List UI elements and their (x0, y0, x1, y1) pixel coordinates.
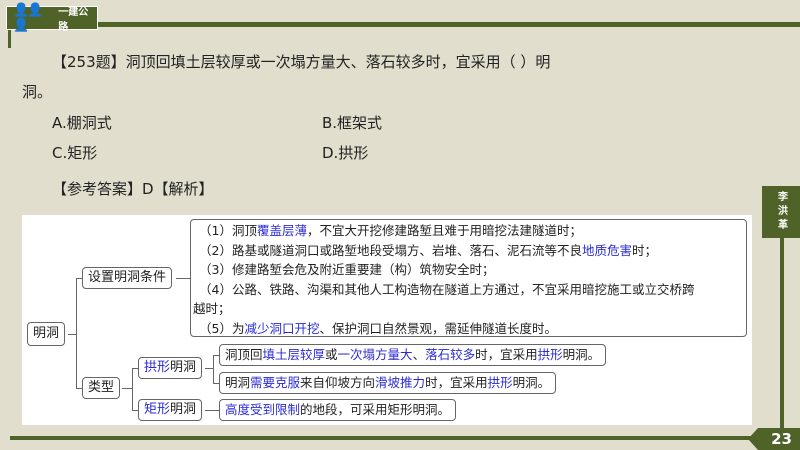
text-span: 明洞。 (512, 375, 551, 390)
text-span: 来自仰坡方向 (300, 375, 376, 390)
option-c: C.矩形 (52, 144, 98, 162)
text-span: 时，宜采用 (425, 375, 488, 390)
text-span: ，不宜大开挖修建路堑且难于用暗挖法建隧道时； (306, 223, 582, 238)
text-span: 时； (631, 242, 657, 258)
text-span: 或 (325, 347, 338, 362)
text-span: 落石较多 (425, 347, 476, 362)
connector-line (132, 368, 133, 410)
top-rule (98, 22, 800, 27)
brand-title: 一建公路 (58, 7, 89, 33)
text-span: 减少洞口开挖 (244, 320, 320, 336)
text-span: 拱形 (537, 347, 563, 362)
text-span: 矩形 (144, 402, 171, 417)
connector-line (122, 388, 132, 389)
connector-line (76, 278, 77, 388)
text-span: 、保护洞口自然景观，需延伸隧道长度时。 (319, 320, 557, 336)
text-span: 明洞 (225, 375, 251, 390)
text-span: 地质危害 (581, 242, 632, 258)
condition-item: （4）公路、铁路、沟渠和其他人工构造物在隧道上方通过，不宜采用暗挖施工或立交桥跨 (199, 281, 695, 297)
types-node: 类型 (82, 377, 121, 399)
option-b: B.框架式 (322, 114, 383, 132)
condition-item: （3）修建路堑会危及附近重要建（构）筑物安全时； (199, 262, 495, 277)
text-span: 的地段，可采用矩形明洞。 (300, 402, 451, 417)
arch-item: 洞顶回填土层较厚或一次塌方量大、落石较多时，宜采用拱形明洞。 (219, 344, 607, 366)
brand-flag: 👤👤👤 一建公路 (6, 3, 98, 33)
arch-item: 明洞需要克服来自仰坡方向滑坡推力时，宜采用拱形明洞。 (219, 372, 557, 394)
conditions-list: （1）洞顶覆盖层薄，不宜大开挖修建路堑且难于用暗挖法建隧道时； （2）路基或隧道… (190, 219, 747, 337)
text-span: 、 (412, 347, 426, 362)
answer-text: 【参考答案】D【解析】 (52, 180, 214, 198)
root-node: 明洞 (27, 322, 66, 346)
text-span: 拱形 (487, 375, 513, 390)
text-span: 填土层较厚 (262, 347, 326, 362)
text-span: （5）为 (199, 320, 245, 336)
conditions-node: 设置明洞条件 (82, 267, 173, 289)
condition-item: （1）洞顶覆盖层薄，不宜大开挖修建路堑且难于用暗挖法建隧道时； (199, 221, 738, 241)
text-span: 明洞 (170, 360, 197, 375)
text-span: （2）路基或隧道洞口或路堑地段受塌方、岩堆、落石、泥石流等不良 (199, 242, 582, 258)
condition-item: （5）为减少洞口开挖、保护洞口自然景观，需延伸隧道长度时。 (199, 319, 738, 339)
lecturer-tab: 李洪革 (762, 186, 800, 238)
arch-node: 拱形明洞 (138, 357, 203, 379)
left-rule (8, 30, 11, 48)
connector-line (68, 334, 76, 335)
option-a: A.棚洞式 (52, 114, 112, 132)
text-span: 洞顶回 (225, 347, 263, 362)
rect-item: 高度受到限制的地段，可采用矩形明洞。 (219, 399, 457, 421)
connector-line (205, 410, 219, 411)
option-d: D.拱形 (322, 144, 369, 162)
connector-line (205, 368, 213, 369)
text-span: 高度受到限制 (225, 402, 301, 417)
page-number: 23 (748, 428, 800, 450)
question-text-cont: 洞。 (22, 83, 53, 101)
text-span: 明洞。 (562, 347, 601, 362)
text-span: 时，宜采用 (475, 347, 538, 362)
text-span: 需要克服 (250, 375, 301, 390)
text-span: 覆盖层薄 (256, 223, 307, 238)
condition-item: （2）路基或隧道洞口或路堑地段受塌方、岩堆、落石、泥石流等不良地质危害时； (199, 241, 738, 261)
right-rule (780, 235, 784, 435)
bottom-rule (10, 436, 770, 440)
text-span: （1）洞顶 (199, 223, 257, 238)
text-span: 明洞 (170, 402, 197, 417)
text-span: 滑坡推力 (375, 375, 426, 390)
text-span: 拱形 (144, 360, 171, 375)
people-icon: 👤👤👤 (13, 3, 43, 33)
connector-line (213, 355, 214, 383)
condition-item: 越时； (193, 301, 231, 316)
connector-line (176, 278, 190, 279)
question-text: 【253题】洞顶回填土层较厚或一次塌方量大、落石较多时，宜采用（ ）明 (52, 53, 551, 71)
text-span: 一次塌方量大 (337, 347, 413, 362)
rect-node: 矩形明洞 (138, 399, 203, 421)
